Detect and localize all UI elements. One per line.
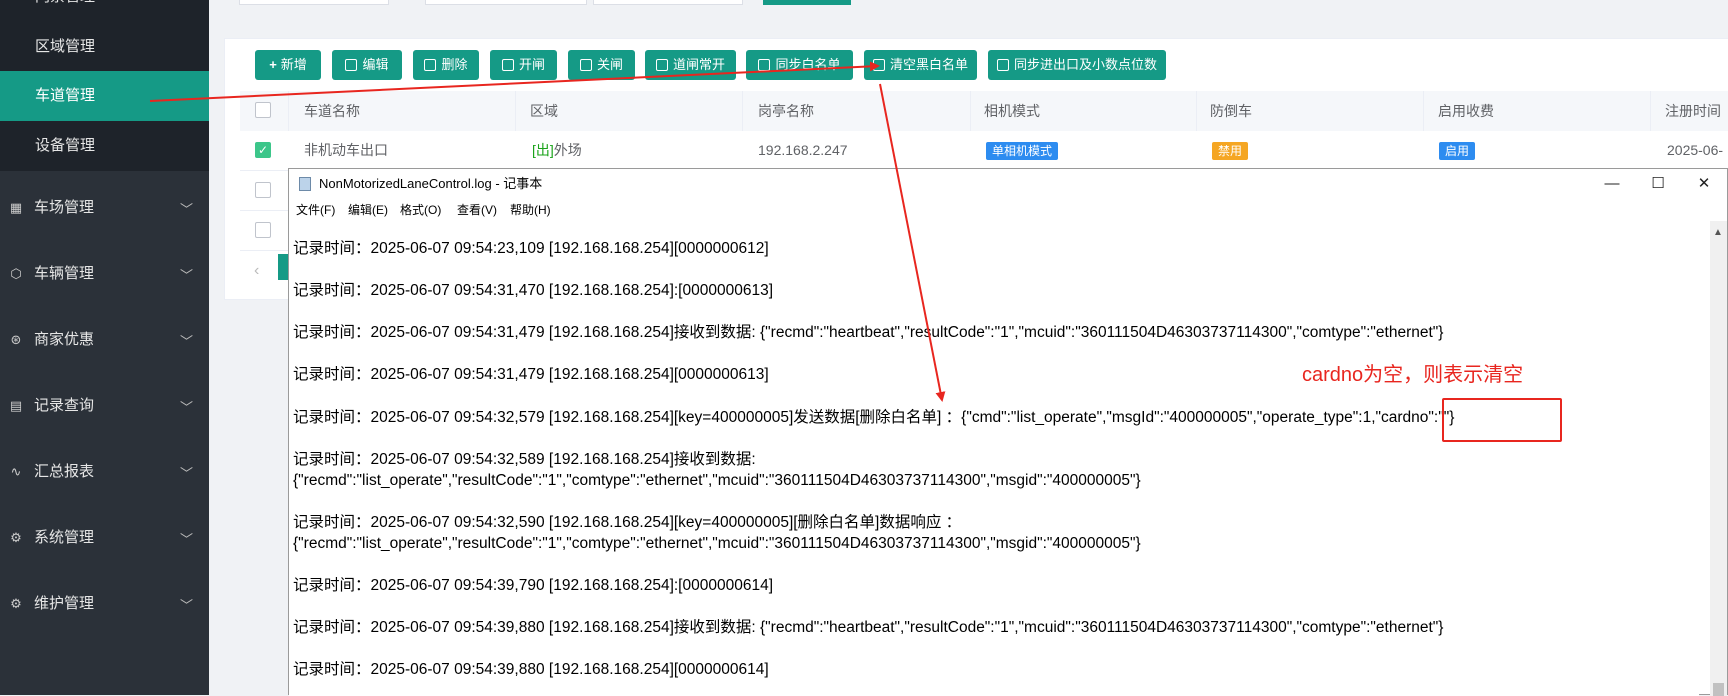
arrow-line xyxy=(879,83,946,402)
arrow-line xyxy=(149,61,880,102)
annotation-arrows xyxy=(149,61,946,402)
